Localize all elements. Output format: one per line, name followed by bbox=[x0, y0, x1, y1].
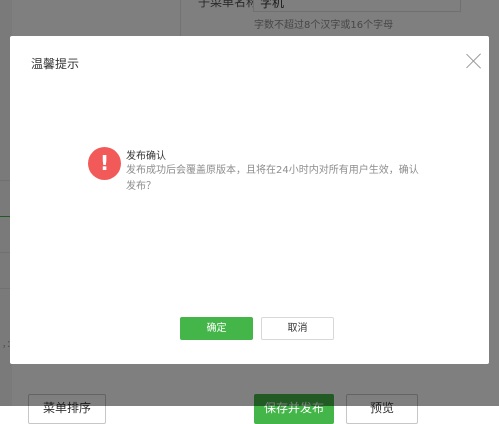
publish-confirm-dialog: 温馨提示 ! 发布确认 发布成功后会覆盖原版本，且将在24小时内对所有用户生效，… bbox=[10, 36, 489, 364]
message-body: 发布成功后会覆盖原版本，且将在24小时内对所有用户生效，确认发布？ bbox=[126, 165, 419, 192]
cancel-button[interactable]: 取消 bbox=[261, 317, 334, 340]
dialog-title: 温馨提示 bbox=[31, 57, 80, 71]
exclamation-icon: ! bbox=[88, 147, 121, 180]
confirm-button[interactable]: 确定 bbox=[180, 317, 253, 340]
message-title: 发布确认 bbox=[126, 151, 166, 162]
close-icon[interactable] bbox=[465, 52, 483, 70]
